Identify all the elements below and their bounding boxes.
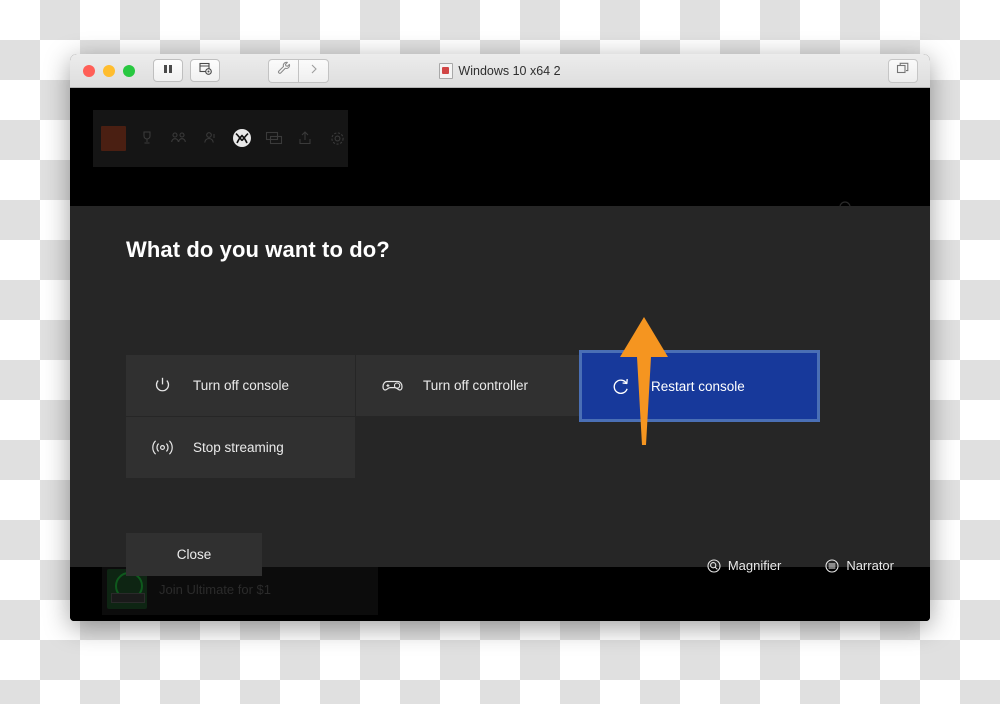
wrench-icon — [277, 61, 291, 80]
capture-share-icon[interactable] — [294, 127, 316, 149]
overlay-title: What do you want to do? — [126, 237, 390, 262]
vm-tools-button[interactable] — [268, 58, 298, 83]
narrator-icon — [825, 558, 839, 573]
achievements-trophy-icon[interactable] — [136, 127, 158, 149]
option-stop-streaming[interactable]: Stop streaming — [126, 417, 355, 478]
close-button[interactable]: Close — [126, 533, 262, 576]
parties-people-icon[interactable] — [167, 127, 189, 149]
vm-screen: neral 8:22 PM Join Ultimate for $1 What … — [70, 88, 930, 621]
narrator-button[interactable]: Narrator — [825, 558, 894, 573]
option-label: Restart console — [651, 378, 745, 394]
power-icon — [149, 376, 175, 395]
restart-refresh-icon — [607, 376, 633, 397]
messages-icon[interactable] — [263, 127, 285, 149]
minimize-window-button[interactable] — [103, 64, 115, 77]
chevron-right-icon — [308, 62, 320, 80]
broadcast-streaming-icon — [149, 439, 175, 456]
gamepad-icon — [379, 377, 405, 395]
option-label: Stop streaming — [193, 440, 284, 455]
snapshot-vm-button[interactable] — [190, 59, 220, 82]
narrator-label: Narrator — [846, 558, 894, 573]
vm-forward-button[interactable] — [298, 58, 329, 83]
profile-tile-icon[interactable] — [101, 125, 126, 151]
option-turn-off-controller[interactable]: Turn off controller — [356, 355, 585, 416]
vm-window: Windows 10 x64 2 Join Ultimate for $1 Wh… — [70, 54, 930, 621]
xbox-guide-icons — [93, 118, 348, 158]
magnifier-icon — [707, 558, 721, 573]
option-restart-console[interactable]: Restart console — [579, 350, 820, 422]
magnifier-button[interactable]: Magnifier — [707, 558, 781, 573]
promo-label: Join Ultimate for $1 — [159, 581, 271, 597]
vm-toolbar-left — [153, 59, 220, 82]
accessibility-shortcuts: Magnifier Narrator — [707, 558, 894, 573]
option-turn-off-console[interactable]: Turn off console — [126, 355, 355, 416]
window-restore-icon — [896, 62, 910, 81]
power-options-overlay: What do you want to do? Turn off console — [70, 206, 930, 576]
magnifier-label: Magnifier — [727, 558, 782, 573]
vm-document-icon — [439, 62, 454, 79]
maximize-window-button[interactable] — [123, 64, 135, 77]
pause-vm-button[interactable] — [153, 59, 183, 82]
settings-gear-icon[interactable] — [326, 127, 348, 149]
window-restore-button[interactable] — [888, 59, 918, 83]
option-label: Turn off console — [193, 378, 290, 393]
option-label: Turn off controller — [423, 378, 529, 393]
xbox-logo-icon[interactable] — [231, 127, 253, 149]
vm-toolbar-tools — [268, 58, 329, 83]
titlebar-right-controls — [888, 59, 918, 83]
pause-icon — [162, 62, 174, 80]
window-titlebar: Windows 10 x64 2 — [70, 54, 930, 88]
traffic-lights — [83, 64, 135, 77]
window-title: Windows 10 x64 2 — [458, 63, 561, 78]
friends-person-icon[interactable] — [199, 127, 221, 149]
close-window-button[interactable] — [83, 64, 95, 77]
snapshot-icon — [198, 62, 212, 80]
